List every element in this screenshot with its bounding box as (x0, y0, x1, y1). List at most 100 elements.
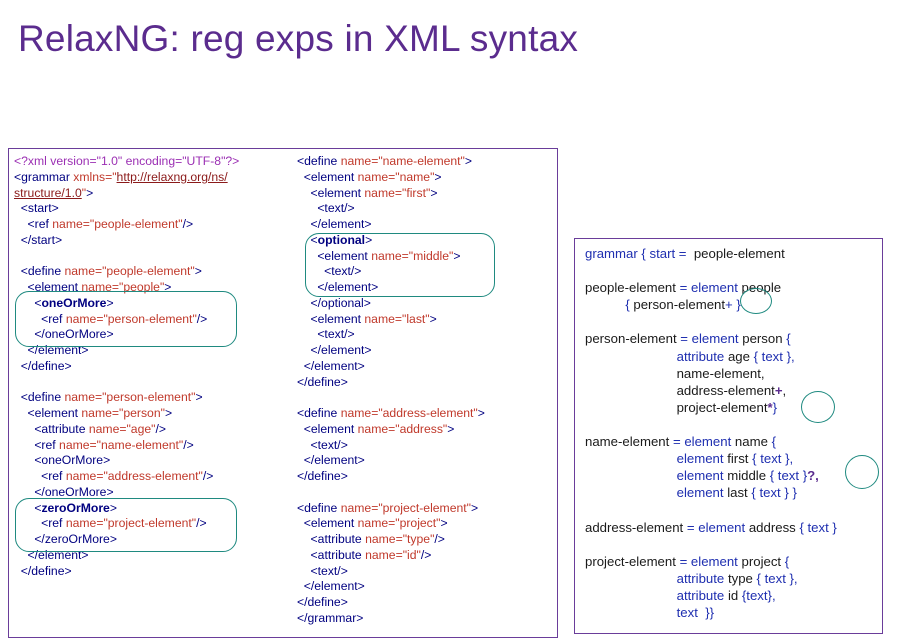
code-token: attribute (676, 570, 728, 586)
code-token: <grammar (14, 169, 74, 184)
code-token: first (727, 451, 753, 467)
code-token: { text }, (752, 451, 794, 467)
code-token: <attribute (297, 547, 366, 562)
code-token: age (727, 348, 754, 364)
code-token: { text }, (756, 570, 798, 586)
xml-code-line: </element> (297, 579, 485, 595)
compact-code-line: people-element = element people (585, 279, 837, 296)
xml-code-line (297, 390, 485, 406)
code-token: name= (65, 469, 104, 483)
code-token: id (727, 587, 742, 603)
compact-code-line: element last { text } } (585, 484, 837, 501)
xml-code-line (14, 375, 239, 391)
compact-syntax-code: grammar { start = people-element people-e… (585, 245, 837, 621)
xml-code-line: <attribute name="type"/> (297, 532, 485, 548)
compact-code-line: { person-element+ } (585, 296, 837, 313)
compact-code-line (585, 536, 837, 553)
code-token: </oneOrMore> (14, 484, 114, 499)
code-token: element (676, 451, 728, 467)
code-token: address-element (585, 382, 775, 398)
code-token: "last" (402, 311, 430, 326)
xml-code-line: </define> (297, 469, 485, 485)
code-token: </element> (297, 358, 365, 373)
code-token: <define (297, 500, 341, 515)
code-token: <attribute (297, 532, 366, 546)
code-token: name= (340, 500, 379, 515)
code-token: name= (52, 217, 90, 231)
xml-code-line: <element name="address"> (297, 422, 485, 438)
code-token: /> (155, 421, 166, 436)
compact-code-line (585, 501, 837, 518)
xml-code-line: <start> (14, 201, 239, 217)
xml-code-line: <element name="person"> (14, 406, 239, 422)
xml-code-line: </grammar> (297, 611, 485, 627)
code-token: > (194, 264, 202, 279)
code-token: <element (297, 169, 358, 184)
xml-code-line: <element name="last"> (297, 312, 485, 328)
code-token: <element (14, 406, 82, 420)
compact-code-line (585, 313, 837, 330)
code-token: </element> (297, 579, 365, 594)
code-token: name= (365, 547, 403, 562)
code-token: > (434, 169, 442, 184)
code-token: name= (64, 264, 103, 279)
code-token: = element (686, 519, 749, 535)
code-token: structure/1.0 (14, 185, 82, 200)
code-token: </element> (297, 453, 365, 468)
code-token: name (734, 434, 772, 450)
code-token: "name" (395, 169, 435, 184)
code-token: ?, (807, 468, 819, 484)
code-token: > (464, 154, 473, 168)
code-token: { text } (769, 468, 808, 484)
code-token: name= (340, 154, 379, 168)
code-token: > (429, 311, 437, 326)
code-token: <define (14, 390, 65, 405)
code-token: "id" (402, 547, 421, 562)
code-token: "age" (126, 421, 156, 436)
code-token: project-element (585, 553, 680, 569)
code-token: <attribute (14, 421, 89, 436)
code-token: "address" (395, 421, 448, 436)
code-token: type (727, 570, 757, 586)
code-token: name= (365, 532, 403, 546)
code-token: name= (81, 406, 120, 420)
code-token: { (771, 434, 776, 450)
code-token: "first" (402, 185, 431, 200)
compact-code-line: element middle { text }?, (585, 467, 837, 484)
code-token: > (164, 406, 173, 420)
xml-code-line: <define name="name-element"> (297, 154, 485, 170)
code-token: <oneOrMore> (14, 453, 111, 468)
code-token: name= (88, 421, 127, 436)
compact-code-line: name-element = element name { (585, 433, 837, 450)
code-token: element (676, 485, 728, 501)
code-token: <?xml version="1.0" encoding="UTF-8"?> (14, 154, 240, 168)
xml-code-line: <text/> (297, 564, 485, 580)
code-token: project-element (585, 399, 768, 415)
code-token: name= (357, 516, 396, 531)
code-token: = element (680, 331, 743, 347)
code-token: > (477, 406, 485, 420)
xml-code-line: <attribute name="id"/> (297, 548, 485, 564)
code-token: "address-element" (378, 406, 478, 420)
code-token: "person" (119, 406, 165, 420)
code-token: attribute (676, 587, 728, 603)
code-token: <text/> (297, 327, 355, 342)
compact-code-line: grammar { start = people-element (585, 245, 837, 262)
xml-code-line: <element name="name"> (297, 170, 485, 186)
code-token: </define> (297, 595, 348, 609)
code-token: </optional> (297, 295, 371, 310)
code-token: </define> (14, 358, 72, 373)
compact-code-line: text }} (585, 604, 837, 621)
code-token: </grammar> (297, 610, 364, 625)
compact-code-line: name-element, (585, 365, 837, 382)
code-token: , (782, 382, 787, 398)
code-token: + } (725, 297, 741, 313)
code-token: <start> (14, 201, 59, 216)
code-token: </define> (297, 469, 348, 483)
code-token: </define> (297, 374, 348, 389)
compact-code-line (585, 262, 837, 279)
xml-code-line: <element name="first"> (297, 186, 485, 202)
code-token: { (786, 331, 791, 347)
